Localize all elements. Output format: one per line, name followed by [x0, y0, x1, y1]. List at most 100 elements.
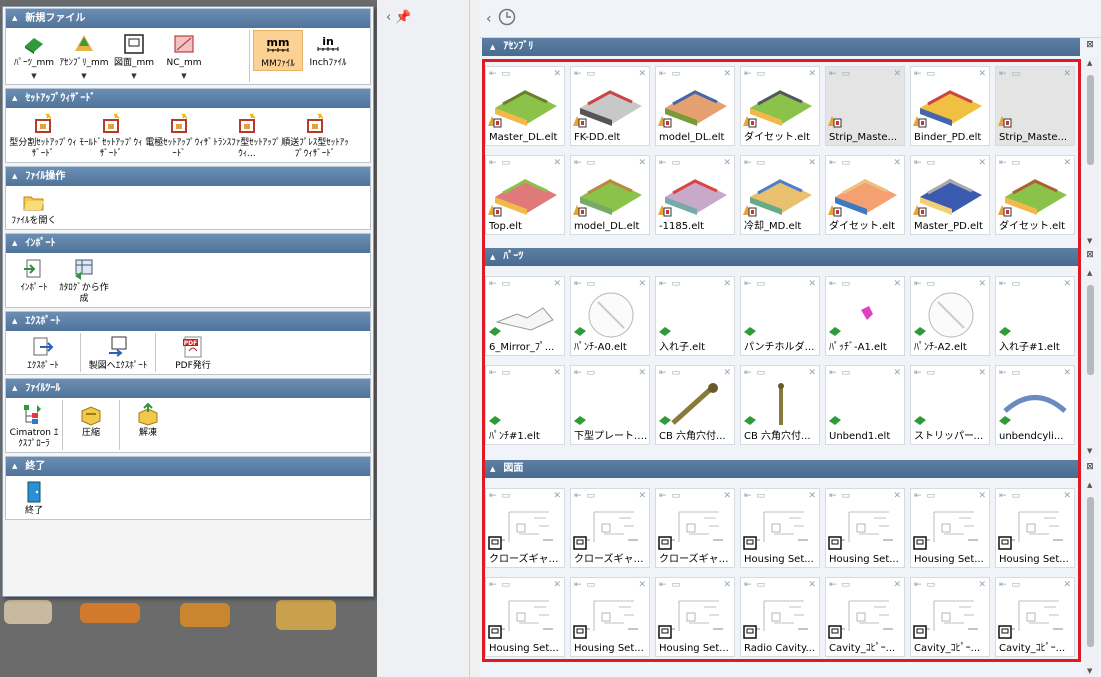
scroll-up-arrow-icon[interactable]: ▲: [1087, 481, 1092, 489]
folder-icon[interactable]: ▭: [842, 69, 851, 79]
folder-icon[interactable]: ▭: [842, 491, 851, 501]
pin-icon[interactable]: ⇤: [914, 580, 922, 590]
file-card[interactable]: ⇤ ▭ ✕ Housing Set...: [995, 488, 1075, 568]
file-card[interactable]: ⇤ ▭ ✕ クローズギャッ...: [655, 488, 735, 568]
panel-scrollbar[interactable]: ▲ ▼: [1084, 479, 1098, 677]
pin-icon[interactable]: ⇤: [489, 580, 497, 590]
pin-icon[interactable]: ⇤: [829, 491, 837, 501]
close-icon[interactable]: ✕: [638, 69, 646, 79]
file-card[interactable]: ⇤ ▭ ✕ 下型プレート.elt: [570, 365, 650, 445]
folder-icon[interactable]: ▭: [502, 69, 511, 79]
scrollbar-thumb[interactable]: [1087, 497, 1094, 647]
folder-icon[interactable]: ▭: [587, 491, 596, 501]
collapse-triangle-icon[interactable]: ▲: [12, 167, 17, 186]
tool-button[interactable]: NC_mm ▼: [159, 30, 209, 82]
panel-scrollbar[interactable]: ▲ ▼: [1084, 57, 1098, 247]
pin-icon[interactable]: ⇤: [999, 69, 1007, 79]
section-header[interactable]: ▲ ｴｸｽﾎﾟｰﾄ: [6, 312, 370, 331]
pin-icon[interactable]: ⇤: [999, 368, 1007, 378]
pin-icon[interactable]: ⇤: [999, 491, 1007, 501]
close-icon[interactable]: ✕: [553, 491, 561, 501]
collapse-triangle-icon[interactable]: ▲: [490, 465, 495, 473]
file-card[interactable]: ⇤ ▭ ✕ ﾊﾟｯﾁﾞ-A1.elt: [825, 276, 905, 356]
folder-icon[interactable]: ▭: [757, 368, 766, 378]
close-icon[interactable]: ✕: [893, 69, 901, 79]
clear-list-icon[interactable]: ⊠: [1082, 462, 1098, 476]
file-card[interactable]: ⇤ ▭ ✕ Master_PD.elt: [910, 155, 990, 235]
clear-list-icon[interactable]: ⊠: [1082, 250, 1098, 264]
file-card[interactable]: ⇤ ▭ ✕ Housing Set...: [570, 577, 650, 657]
file-card[interactable]: ⇤ ▭ ✕ 入れ子#1.elt: [995, 276, 1075, 356]
close-icon[interactable]: ✕: [978, 69, 986, 79]
file-card[interactable]: ⇤ ▭ ✕ Unbend1.elt: [825, 365, 905, 445]
close-icon[interactable]: ✕: [638, 368, 646, 378]
pin-icon[interactable]: ⇤: [659, 580, 667, 590]
panel-header-part[interactable]: ▲ ﾊﾟｰﾂ: [482, 248, 1080, 266]
pin-icon[interactable]: ⇤: [489, 491, 497, 501]
pin-icon[interactable]: ⇤: [489, 158, 497, 168]
file-card[interactable]: ⇤ ▭ ✕ FK-DD.elt: [570, 66, 650, 146]
close-icon[interactable]: ✕: [808, 491, 816, 501]
pin-icon[interactable]: ⇤: [829, 69, 837, 79]
tool-button[interactable]: 電極ｾｯﾄｱｯﾌﾟｳｨｻﾞｰﾄﾞ: [145, 110, 213, 160]
close-icon[interactable]: ✕: [978, 368, 986, 378]
folder-icon[interactable]: ▭: [842, 368, 851, 378]
section-header[interactable]: ▲ ｾｯﾄｱｯﾌﾟｳｨｻﾞｰﾄﾞ: [6, 89, 370, 108]
close-icon[interactable]: ✕: [553, 279, 561, 289]
close-icon[interactable]: ✕: [978, 491, 986, 501]
pin-icon[interactable]: ⇤: [999, 279, 1007, 289]
collapse-triangle-icon[interactable]: ▲: [12, 9, 17, 28]
clear-list-icon[interactable]: ⊠: [1082, 40, 1098, 54]
pin-icon[interactable]: ⇤: [489, 368, 497, 378]
folder-icon[interactable]: ▭: [927, 580, 936, 590]
close-icon[interactable]: ✕: [1063, 69, 1071, 79]
file-card[interactable]: ⇤ ▭ ✕ ﾊﾟﾝﾁ#1.elt: [485, 365, 565, 445]
file-card[interactable]: ⇤ ▭ ✕ Radio Cavity...: [740, 577, 820, 657]
folder-icon[interactable]: ▭: [1012, 491, 1021, 501]
tool-button[interactable]: ｶﾀﾛｸﾞから作成: [59, 255, 109, 305]
tool-button[interactable]: ﾊﾟｰﾂ_mm ▼: [9, 30, 59, 82]
folder-icon[interactable]: ▭: [927, 69, 936, 79]
close-icon[interactable]: ✕: [723, 368, 731, 378]
scroll-down-arrow-icon[interactable]: ▼: [1087, 447, 1092, 455]
close-icon[interactable]: ✕: [893, 491, 901, 501]
file-card[interactable]: ⇤ ▭ ✕ Cavity_ｺﾋﾟｰ...: [910, 577, 990, 657]
history-clock-icon[interactable]: [498, 8, 516, 30]
close-icon[interactable]: ✕: [978, 580, 986, 590]
scroll-down-arrow-icon[interactable]: ▼: [1087, 237, 1092, 245]
file-card[interactable]: ⇤ ▭ ✕ ダイセット.elt: [825, 155, 905, 235]
file-card[interactable]: ⇤ ▭ ✕ Housing Set...: [825, 488, 905, 568]
close-icon[interactable]: ✕: [553, 368, 561, 378]
folder-icon[interactable]: ▭: [672, 491, 681, 501]
tool-button[interactable]: ﾌｧｲﾙを開く: [9, 188, 59, 227]
folder-icon[interactable]: ▭: [502, 368, 511, 378]
pin-icon[interactable]: ⇤: [829, 158, 837, 168]
folder-icon[interactable]: ▭: [587, 158, 596, 168]
close-icon[interactable]: ✕: [1063, 491, 1071, 501]
file-card[interactable]: ⇤ ▭ ✕ ﾊﾟﾝﾁ-A0.elt: [570, 276, 650, 356]
close-icon[interactable]: ✕: [723, 158, 731, 168]
pin-icon[interactable]: ⇤: [744, 158, 752, 168]
close-icon[interactable]: ✕: [553, 580, 561, 590]
close-icon[interactable]: ✕: [808, 580, 816, 590]
folder-icon[interactable]: ▭: [587, 69, 596, 79]
pin-icon[interactable]: ‹ 📌: [386, 10, 412, 25]
tool-button[interactable]: 図面_mm ▼: [109, 30, 159, 82]
pin-icon[interactable]: ⇤: [574, 491, 582, 501]
collapse-triangle-icon[interactable]: ▲: [12, 234, 17, 253]
tool-button[interactable]: mm MMﾌｧｲﾙ: [253, 30, 303, 71]
file-card[interactable]: ⇤ ▭ ✕ Top.elt: [485, 155, 565, 235]
folder-icon[interactable]: ▭: [587, 580, 596, 590]
scroll-up-arrow-icon[interactable]: ▲: [1087, 269, 1092, 277]
file-card[interactable]: ⇤ ▭ ✕ ダイセット.elt: [740, 66, 820, 146]
close-icon[interactable]: ✕: [978, 158, 986, 168]
folder-icon[interactable]: ▭: [502, 580, 511, 590]
pin-icon[interactable]: ⇤: [574, 69, 582, 79]
folder-icon[interactable]: ▭: [927, 368, 936, 378]
collapse-triangle-icon[interactable]: ▲: [12, 312, 17, 331]
pin-icon[interactable]: ⇤: [659, 69, 667, 79]
folder-icon[interactable]: ▭: [842, 279, 851, 289]
pin-icon[interactable]: ⇤: [914, 158, 922, 168]
tool-button[interactable]: ｱｾﾝﾌﾞﾘ_mm ▼: [59, 30, 109, 82]
close-icon[interactable]: ✕: [893, 580, 901, 590]
